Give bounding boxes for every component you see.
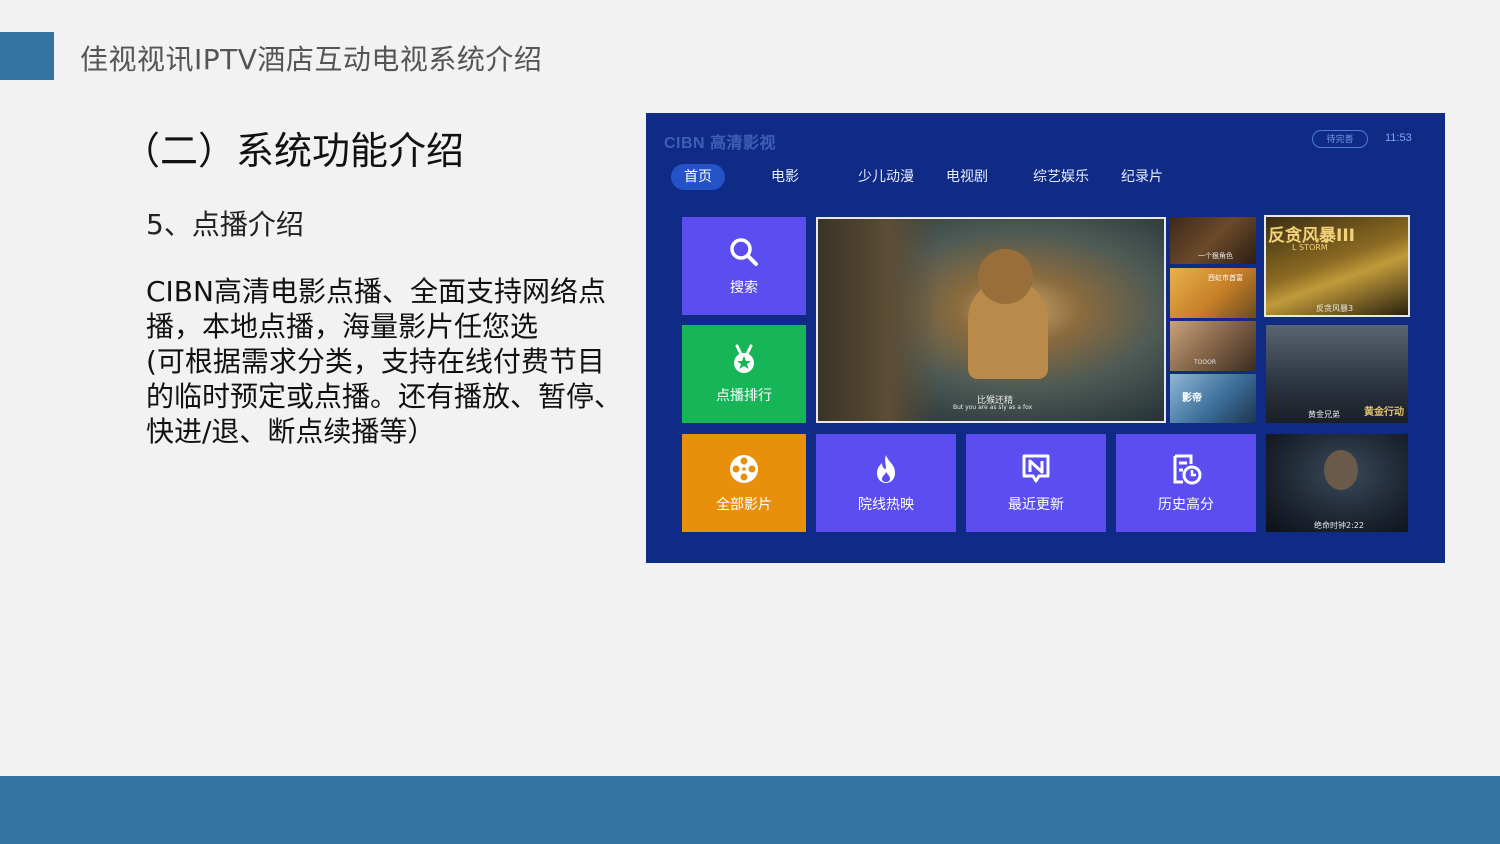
small-poster-1[interactable]: 一个狠角色 xyxy=(1170,217,1256,264)
poster-time-lapse[interactable]: 绝命时钟2:22 xyxy=(1266,434,1408,532)
description-line: 播，本地点播，海量影片任您选 xyxy=(146,310,539,343)
tv-tab-variety[interactable]: 综艺娱乐 xyxy=(1033,164,1089,190)
poster-figure-head xyxy=(978,249,1033,304)
tv-tile-label: 院线热映 xyxy=(858,497,914,513)
tv-vod-screenshot: CIBN 高清影视 待完善 11:53 首页 电影 少儿动漫 电视剧 综艺娱乐 … xyxy=(646,113,1445,563)
new-badge-icon xyxy=(1022,454,1050,483)
poster-subtitle: 黄金行动 xyxy=(1364,407,1404,418)
tv-tile-label: 点播排行 xyxy=(716,388,772,404)
poster-anti-corruption[interactable]: 反贪风暴III L STORM 反贪风暴3 xyxy=(1264,215,1410,317)
tv-tile-top-rated[interactable]: 历史高分 xyxy=(1116,434,1256,532)
tv-tab-movies[interactable]: 电影 xyxy=(771,164,799,190)
flame-icon xyxy=(877,455,895,483)
search-icon xyxy=(730,238,758,266)
slide: 佳视视讯IPTV酒店互动电视系统介绍 （二）系统功能介绍 5、点播介绍 CIBN… xyxy=(0,0,1500,844)
tv-tab-kids[interactable]: 少儿动漫 xyxy=(858,164,914,190)
tv-tile-label: 全部影片 xyxy=(716,497,772,513)
poster-golden-brothers[interactable]: 黄金兄弟 黄金行动 xyxy=(1266,325,1408,423)
tv-tile-recent[interactable]: 最近更新 xyxy=(966,434,1106,532)
tv-tile-label: 最近更新 xyxy=(1008,497,1064,513)
sub-title: 5、点播介绍 xyxy=(146,208,304,241)
poster-caption: 西虹市首富 xyxy=(1208,274,1243,282)
description-line: (可根据需求分类，支持在线付费节目 xyxy=(146,345,605,378)
poster-subtitle: L STORM xyxy=(1292,243,1328,252)
medal-icon xyxy=(734,344,754,373)
description-line: 快进/退、断点续播等） xyxy=(146,415,436,448)
description-line: 的临时预定或点播。还有播放、暂停、 xyxy=(146,380,623,413)
poster-caption: 一个狠角色 xyxy=(1198,252,1233,260)
history-icon xyxy=(1173,454,1202,485)
tv-tab-tv-series[interactable]: 电视剧 xyxy=(946,164,988,190)
tv-tab-home[interactable]: 首页 xyxy=(671,164,725,190)
tv-tab-documentary[interactable]: 纪录片 xyxy=(1121,164,1163,190)
header-accent-bar xyxy=(0,32,54,80)
featured-movie-poster[interactable]: 比猴还精 But you are as sly as a fox xyxy=(816,217,1166,423)
tv-tile-label: 搜索 xyxy=(730,280,758,296)
tv-tile-ranking[interactable]: 点播排行 xyxy=(682,325,806,423)
poster-figure-head xyxy=(1324,450,1358,490)
tv-tile-label: 历史高分 xyxy=(1158,497,1214,513)
poster-caption: 黄金兄弟 xyxy=(1308,410,1340,419)
tv-logo: CIBN 高清影视 xyxy=(664,135,777,152)
tv-tile-in-theaters[interactable]: 院线热映 xyxy=(816,434,956,532)
poster-caption: TOOOR xyxy=(1194,359,1217,366)
poster-caption: 影帝 xyxy=(1182,393,1202,404)
tv-tile-search[interactable]: 搜索 xyxy=(682,217,806,315)
poster-figure-left xyxy=(818,219,938,421)
film-reel-icon xyxy=(730,455,758,483)
featured-subtitle-en: But you are as sly as a fox xyxy=(953,404,1033,411)
small-poster-3[interactable]: TOOOR xyxy=(1170,321,1256,371)
small-poster-2[interactable]: 西虹市首富 xyxy=(1170,268,1256,318)
description-line: CIBN高清电影点播、全面支持网络点 xyxy=(146,275,606,308)
poster-caption: 反贪风暴3 xyxy=(1316,304,1354,313)
small-poster-4[interactable]: 影帝 xyxy=(1170,374,1256,423)
tv-user-badge[interactable]: 待完善 xyxy=(1312,130,1368,148)
poster-caption: 绝命时钟2:22 xyxy=(1314,521,1364,530)
tv-tile-all-movies[interactable]: 全部影片 xyxy=(682,434,806,532)
tv-clock: 11:53 xyxy=(1385,132,1412,144)
section-title: （二）系统功能介绍 xyxy=(122,129,465,173)
slide-header-title: 佳视视讯IPTV酒店互动电视系统介绍 xyxy=(80,43,543,76)
description-text: CIBN高清电影点播、全面支持网络点 播，本地点播，海量影片任您选 (可根据需求… xyxy=(146,274,646,449)
footer-bar xyxy=(0,776,1500,844)
